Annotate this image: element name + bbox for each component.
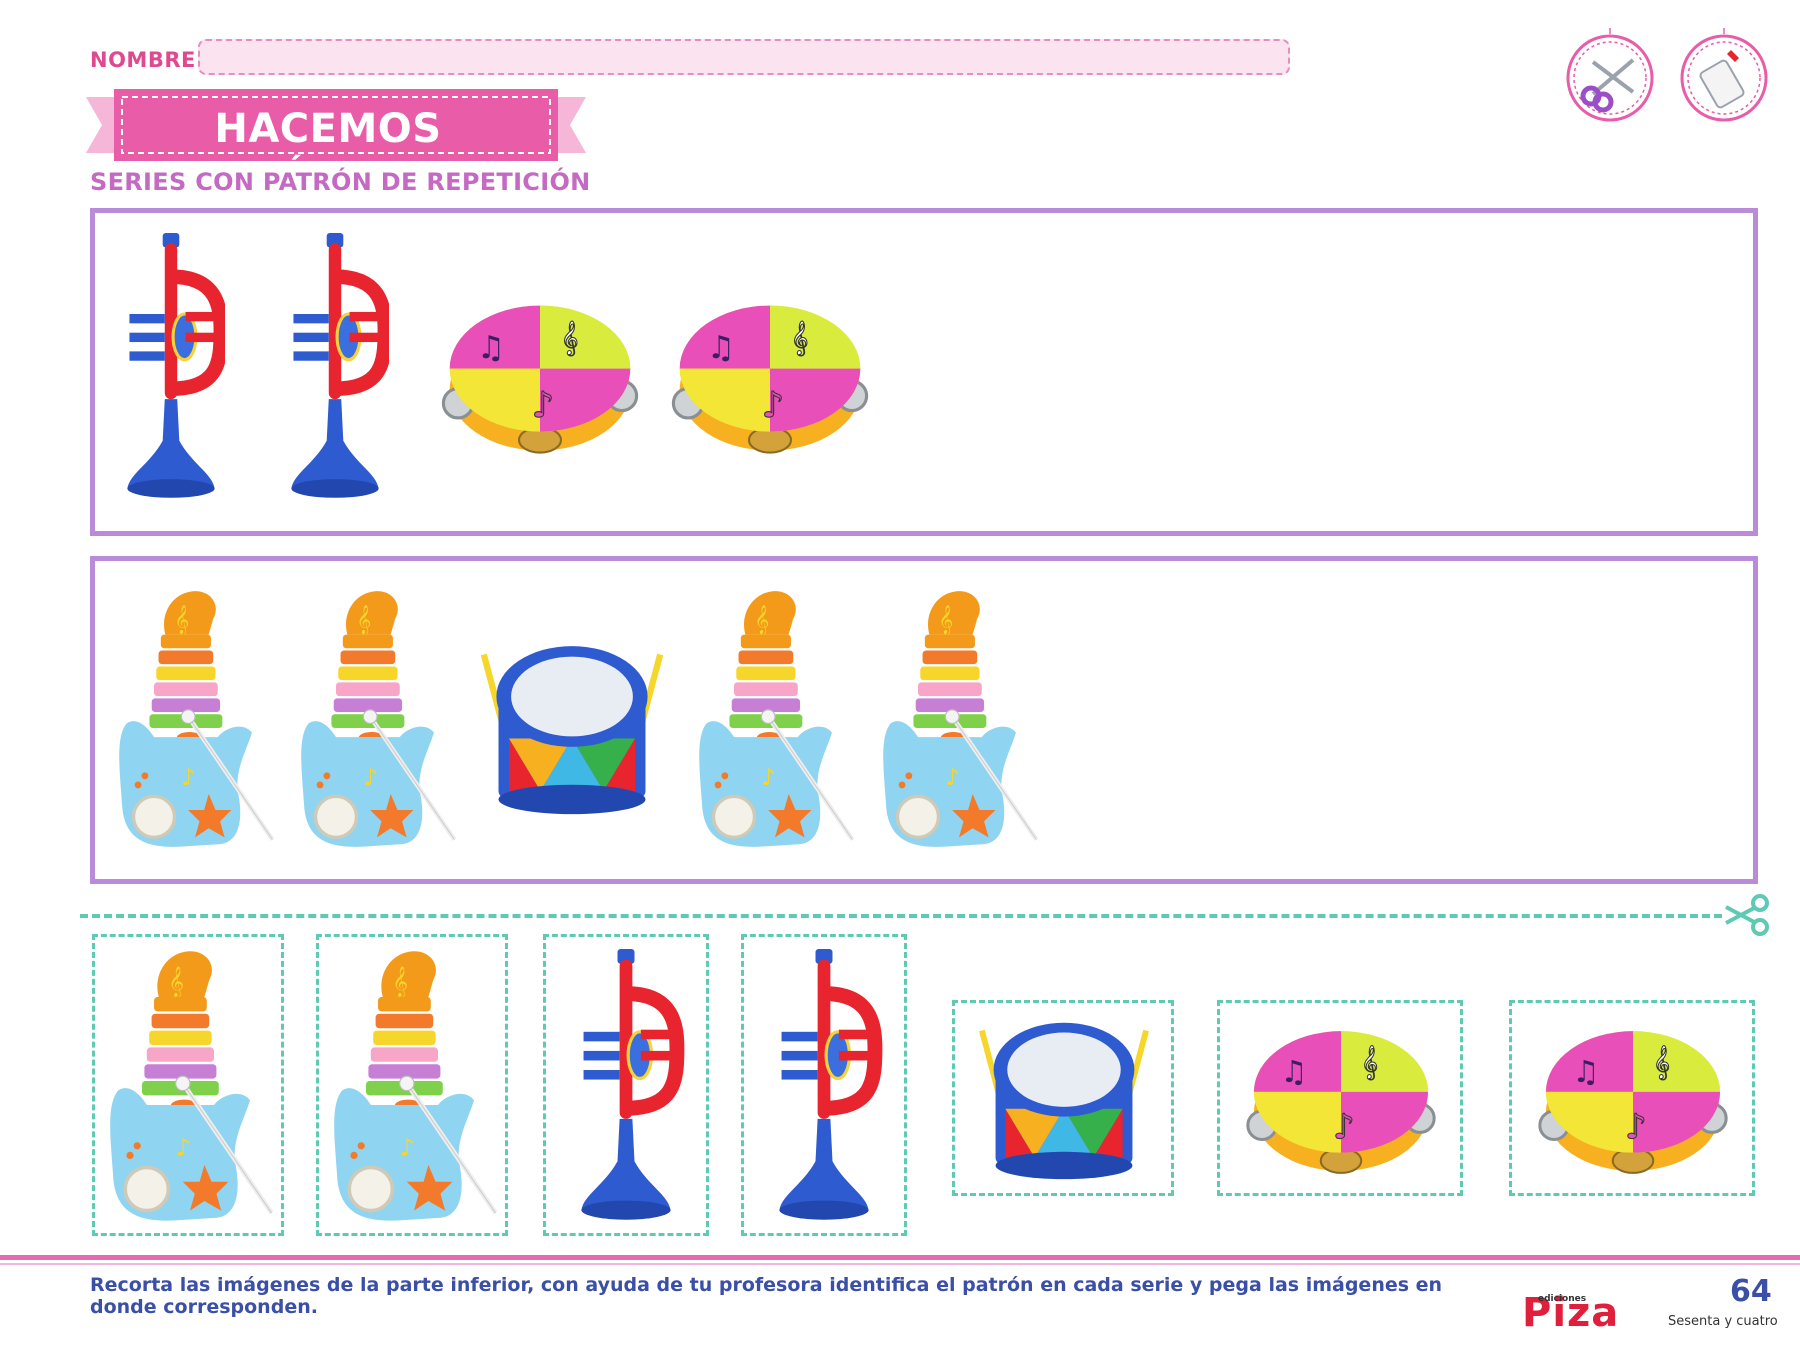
page-number-words: Sesenta y cuatro [1668, 1314, 1778, 1329]
cutout-card[interactable] [741, 934, 907, 1236]
name-label: NOMBRE: [90, 48, 205, 72]
drum-icon [965, 1011, 1163, 1187]
xylophone-guitar-icon [879, 589, 1039, 851]
tambourine-icon [1234, 1019, 1448, 1181]
cutout-card[interactable] [1509, 1000, 1755, 1196]
tambourine-icon [435, 293, 645, 461]
scissors-icon [1725, 894, 1769, 936]
cutout-card[interactable] [952, 1000, 1174, 1196]
cutout-card[interactable] [92, 934, 284, 1236]
xylophone-guitar-icon [105, 949, 275, 1225]
publisher-tagline: ediciones [1538, 1294, 1587, 1304]
cutout-card[interactable] [316, 934, 508, 1236]
xylophone-guitar-icon [297, 589, 457, 851]
tambourine-icon [665, 293, 875, 461]
trumpet-icon [117, 233, 225, 503]
tambourine-icon [1526, 1019, 1740, 1181]
cutout-card[interactable] [543, 934, 709, 1236]
page-subtitle: SERIES CON PATRÓN DE REPETICIÓN [90, 168, 591, 196]
page-number: 64 [1730, 1274, 1772, 1309]
glue-icon [1680, 28, 1768, 122]
cutout-card[interactable] [1217, 1000, 1463, 1196]
series-panel-1[interactable] [90, 208, 1758, 536]
trumpet-icon [281, 233, 389, 503]
xylophone-guitar-icon [115, 589, 275, 851]
name-field[interactable] [198, 39, 1290, 75]
xylophone-guitar-icon [695, 589, 855, 851]
page-title: HACEMOS MÚSICA [214, 106, 442, 202]
drum-icon [467, 633, 677, 823]
trumpet-icon [762, 949, 886, 1225]
footer-divider [0, 1263, 1800, 1265]
xylophone-guitar-icon [329, 949, 499, 1225]
series-panel-2[interactable] [90, 556, 1758, 884]
trumpet-icon [564, 949, 688, 1225]
scissors-icon [1566, 28, 1654, 122]
instructions-text: Recorta las imágenes de la parte inferio… [90, 1274, 1443, 1318]
footer-divider [0, 1255, 1800, 1260]
cut-line [80, 914, 1722, 918]
